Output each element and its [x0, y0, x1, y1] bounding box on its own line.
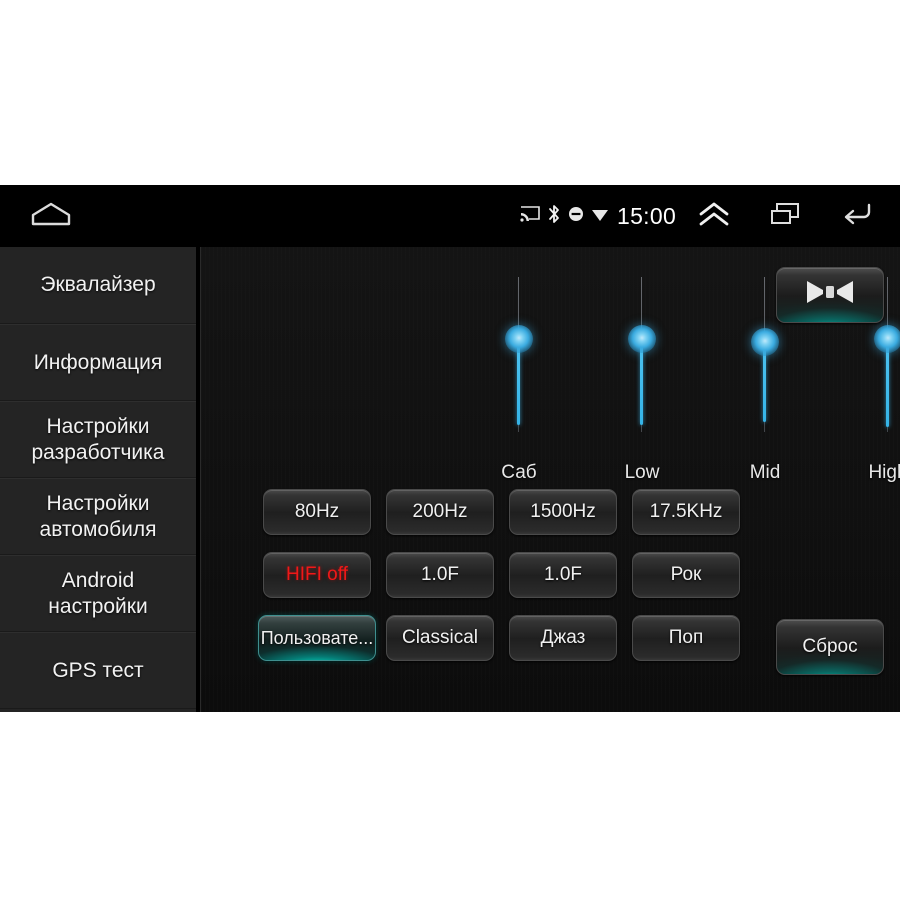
do-not-disturb-icon [568, 206, 584, 227]
cast-icon [520, 205, 540, 228]
sidebar-item-developer-settings[interactable]: Настройки разработчика [0, 401, 196, 478]
sidebar-item-information[interactable]: Информация [0, 324, 196, 401]
balance-fader-button[interactable] [776, 267, 884, 323]
home-button[interactable] [20, 193, 82, 239]
slider-low[interactable]: Low [582, 277, 702, 492]
button-label: Рок [670, 564, 702, 585]
head-unit-screen: 15:00 Эквалайзер Информация Настройки ра… [0, 185, 900, 712]
slider-knob[interactable] [628, 325, 656, 353]
reset-button[interactable]: Сброс [776, 619, 884, 675]
slider-knob[interactable] [505, 325, 533, 353]
recents-button[interactable] [762, 193, 808, 239]
button-label: 17.5KHz [649, 501, 723, 522]
slider-knob[interactable] [874, 325, 900, 353]
q-factor-button-mid[interactable]: 1.0F [509, 552, 617, 598]
slider-label: Mid [749, 462, 781, 483]
button-label: 1500Hz [530, 501, 596, 522]
button-label: Classical [401, 627, 479, 648]
button-label: Джаз [540, 627, 586, 648]
sidebar-item-label: Настройки автомобиля [39, 491, 157, 541]
sidebar-item-label: Настройки разработчика [31, 414, 165, 464]
preset-button-rock[interactable]: Рок [632, 552, 740, 598]
preset-button-jazz[interactable]: Джаз [509, 615, 617, 661]
sidebar-item-label: GPS тест [52, 658, 144, 682]
freq-button-17-5khz[interactable]: 17.5KHz [632, 489, 740, 535]
button-label: 200Hz [412, 501, 468, 522]
chevron-up-icon [697, 200, 731, 233]
sidebar-item-label: Информация [33, 350, 163, 374]
preset-button-classical[interactable]: Classical [386, 615, 494, 661]
status-icon-group [520, 185, 609, 247]
sidebar-item-car-settings[interactable]: Настройки автомобиля [0, 478, 196, 555]
button-label: HIFI off [286, 564, 348, 585]
equalizer-panel: Саб Low Mid High [200, 247, 900, 712]
sidebar-item-android-settings[interactable]: Android настройки [0, 555, 196, 632]
sidebar-item-label: Android настройки [48, 568, 148, 618]
home-icon [29, 201, 73, 232]
wifi-icon [591, 206, 609, 227]
button-label: Пользовате... [260, 627, 374, 648]
back-button[interactable] [834, 193, 880, 239]
recents-icon [768, 200, 802, 233]
freq-button-200hz[interactable]: 200Hz [386, 489, 494, 535]
slider-sub[interactable]: Саб [459, 277, 579, 492]
preset-button-custom[interactable]: Пользовате... [258, 615, 376, 661]
back-icon [839, 201, 875, 232]
bluetooth-icon [547, 203, 561, 230]
slider-knob[interactable] [751, 328, 779, 356]
balance-speakers-icon [803, 277, 857, 313]
slider-label: Low [624, 462, 660, 483]
slider-label: Саб [501, 462, 537, 483]
slider-label: High [868, 462, 900, 483]
button-label: 1.0F [543, 564, 583, 585]
sidebar-item-gps-test[interactable]: GPS тест [0, 632, 196, 709]
q-factor-button-low[interactable]: 1.0F [386, 552, 494, 598]
status-clock: 15:00 [617, 202, 677, 229]
android-status-bar: 15:00 [0, 185, 900, 247]
sidebar-item-label: Эквалайзер [40, 273, 156, 296]
button-label: Сброс [802, 636, 858, 657]
hifi-toggle-button[interactable]: HIFI off [263, 552, 371, 598]
settings-sidebar: Эквалайзер Информация Настройки разработ… [0, 247, 198, 712]
freq-button-1500hz[interactable]: 1500Hz [509, 489, 617, 535]
expand-status-button[interactable] [692, 193, 736, 239]
preset-button-pop[interactable]: Поп [632, 615, 740, 661]
button-label: Поп [668, 627, 704, 648]
button-label: 1.0F [420, 564, 460, 585]
button-label: 80Hz [294, 501, 340, 522]
freq-button-80hz[interactable]: 80Hz [263, 489, 371, 535]
sidebar-item-equalizer[interactable]: Эквалайзер [0, 247, 196, 324]
